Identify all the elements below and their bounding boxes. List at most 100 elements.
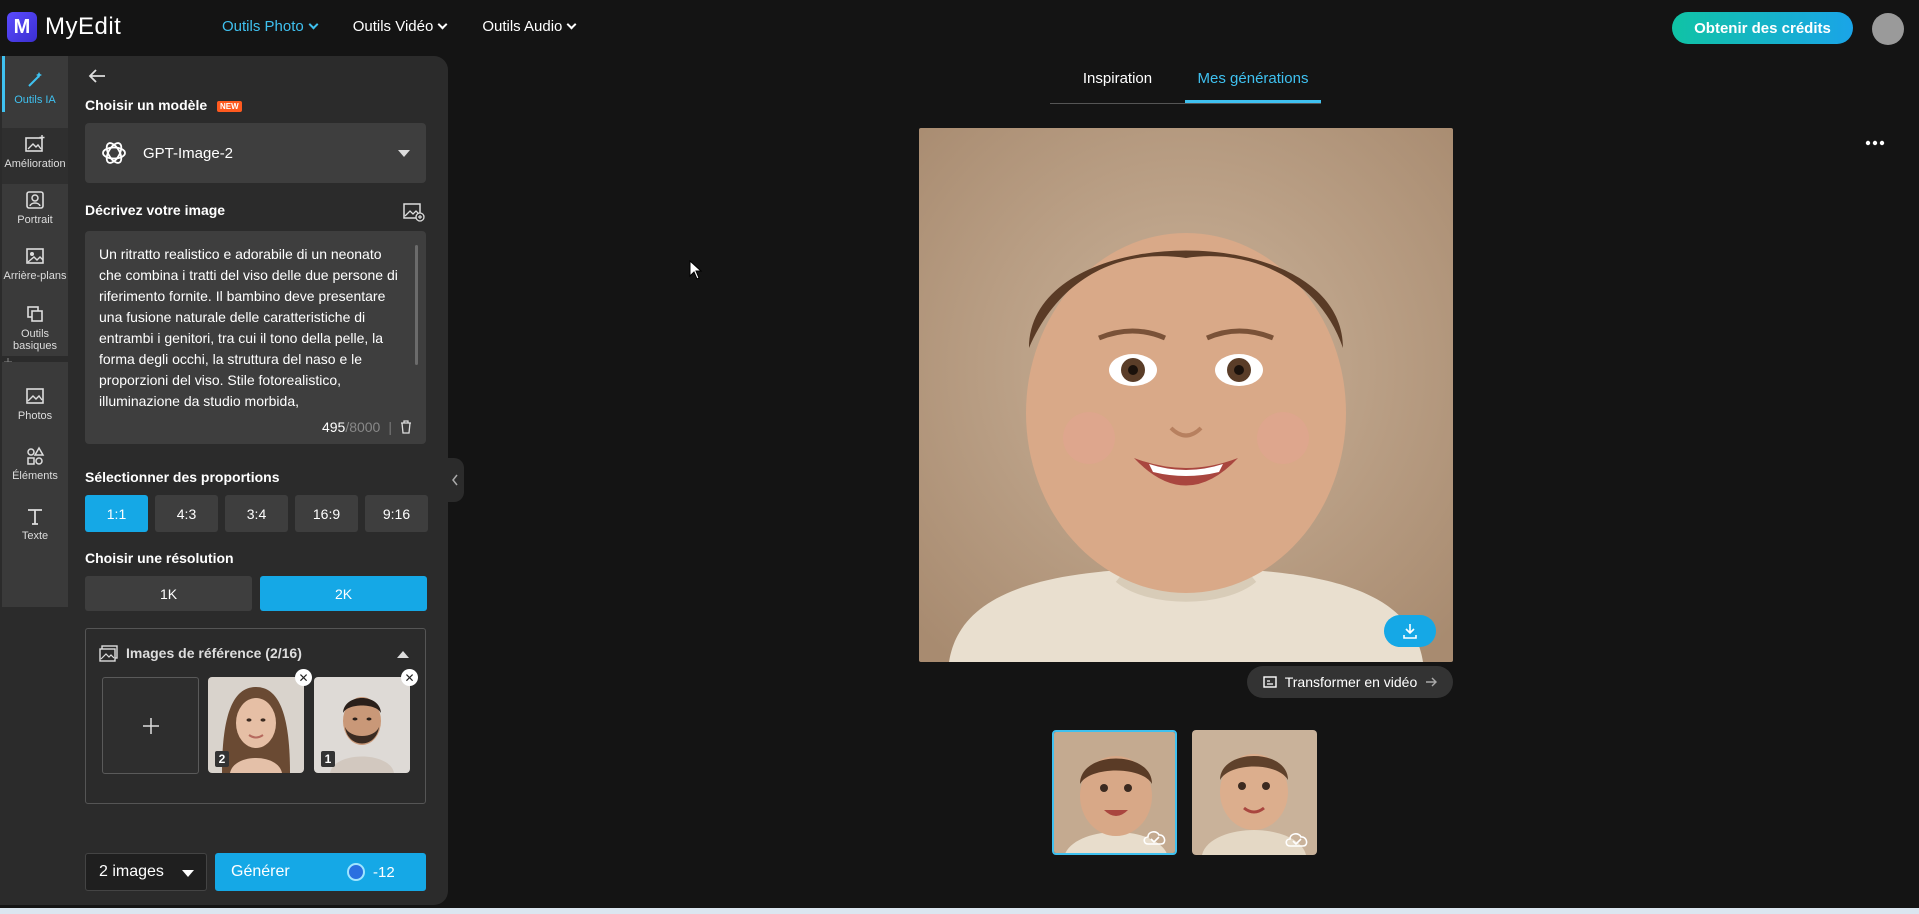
ratio-option-1-1[interactable]: 1:1	[85, 495, 148, 532]
logo[interactable]: M MyEdit	[7, 12, 121, 42]
ratio-option-9-16[interactable]: 9:16	[365, 495, 428, 532]
dropdown-arrow-icon	[398, 150, 410, 157]
generate-label: Générer	[231, 863, 290, 880]
model-select[interactable]: GPT-Image-2	[85, 123, 426, 183]
rail-item-photos-label: Photos	[17, 410, 53, 422]
reference-thumb-man[interactable]: 1	[314, 677, 410, 773]
image-count-value: 2 images	[99, 863, 164, 880]
reference-images-title: Images de référence (2/16)	[126, 645, 302, 661]
generated-image	[919, 128, 1453, 662]
chevron-down-icon	[566, 19, 577, 30]
resolution-option-1k[interactable]: 1K	[85, 576, 252, 611]
rail-item-backgrounds-label: Arrière-plans	[3, 270, 67, 282]
plus-icon	[142, 717, 159, 734]
dropdown-arrow-icon	[182, 870, 194, 877]
more-options-icon[interactable]	[1865, 140, 1885, 146]
generation-thumbnail-2[interactable]	[1192, 730, 1317, 855]
rail-item-backgrounds[interactable]: Arrière-plans	[2, 246, 68, 282]
logo-text: MyEdit	[45, 13, 122, 40]
generate-cost-value: -12	[373, 863, 395, 881]
rail-item-basic-tools-label: Outils basiques	[12, 328, 58, 352]
image-count-select[interactable]: 2 images	[85, 853, 207, 891]
model-label-text: Choisir un modèle	[85, 97, 208, 113]
generation-thumbnail-1[interactable]	[1052, 730, 1177, 855]
rail-item-enhance-label: Amélioration	[4, 158, 66, 170]
rail-item-elements[interactable]: Éléments	[2, 446, 68, 482]
image-enhance-icon	[25, 135, 45, 152]
resolution-option-2k[interactable]: 2K	[260, 576, 427, 611]
images-icon	[99, 645, 118, 662]
shapes-icon	[27, 446, 45, 465]
get-credits-button[interactable]: Obtenir des crédits	[1672, 12, 1853, 44]
model-label: Choisir un modèle NEW	[85, 97, 242, 113]
counter-separator: |	[388, 419, 392, 435]
nav-photo-tools[interactable]: Outils Photo	[222, 18, 319, 35]
mouse-cursor-icon	[689, 260, 703, 280]
ratio-options: 1:1 4:3 3:4 16:9 9:16	[85, 495, 435, 532]
trash-icon[interactable]	[400, 420, 412, 434]
nav-audio-tools[interactable]: Outils Audio	[482, 18, 577, 35]
bottom-edge	[0, 908, 1919, 914]
char-count: 495	[321, 419, 346, 435]
rail-item-portrait-label: Portrait	[17, 214, 53, 226]
reference-number: 2	[215, 751, 229, 767]
ratio-option-4-3[interactable]: 4:3	[155, 495, 218, 532]
portrait-icon	[26, 191, 44, 209]
generate-button[interactable]: Générer -12	[215, 853, 426, 891]
chevron-down-icon	[308, 19, 319, 30]
baby-portrait	[919, 128, 1453, 662]
video-icon	[1263, 676, 1277, 688]
reference-images-section: Images de référence (2/16) 2 ✕ 1 ✕	[85, 628, 426, 804]
collapse-arrow-icon[interactable]	[397, 651, 409, 658]
describe-label: Décrivez votre image	[85, 202, 226, 218]
remove-reference-button[interactable]: ✕	[401, 669, 418, 686]
cloud-saved-icon	[1143, 831, 1166, 845]
prompt-text: Un ritratto realistico e adorabile di un…	[99, 246, 398, 409]
rail-item-enhance[interactable]: Amélioration	[2, 128, 68, 184]
rail-item-portrait[interactable]: Portrait	[2, 190, 68, 226]
add-reference-button[interactable]	[102, 677, 199, 774]
rail-group-tools: Outils IA Amélioration Portrait Arrière-…	[2, 56, 68, 356]
ratio-option-16-9[interactable]: 16:9	[295, 495, 358, 532]
back-arrow-icon[interactable]	[88, 68, 106, 84]
avatar[interactable]	[1872, 13, 1904, 45]
new-badge: NEW	[217, 100, 242, 112]
rail-item-ai-tools-label: Outils IA	[14, 94, 56, 106]
rail-item-ai-tools[interactable]: Outils IA	[2, 70, 68, 106]
ratio-label: Sélectionner des proportions	[85, 469, 280, 485]
chevron-left-icon	[452, 474, 458, 486]
rail-item-photos[interactable]: Photos	[2, 386, 68, 422]
download-button[interactable]	[1384, 615, 1436, 647]
rail-group-assets: Photos Éléments Texte	[2, 362, 68, 607]
magic-wand-icon	[28, 72, 42, 87]
prompt-textarea[interactable]: Un ritratto realistico e adorabile di un…	[85, 231, 426, 444]
cloud-saved-icon	[1285, 833, 1308, 847]
reference-thumb-woman[interactable]: 2	[208, 677, 304, 773]
char-max: /8000	[345, 419, 381, 435]
top-bar: M MyEdit Outils Photo Outils Vidéo Outil…	[0, 0, 1919, 56]
collapse-panel-button[interactable]	[446, 458, 464, 502]
nav-video-tools-label: Outils Vidéo	[352, 18, 434, 35]
main-tabs: Inspiration Mes générations	[1050, 66, 1321, 104]
transform-to-video-label: Transformer en vidéo	[1284, 674, 1418, 690]
rail-item-elements-label: Éléments	[12, 470, 58, 482]
rail-item-basic-tools[interactable]: Outils basiques	[2, 304, 68, 352]
nav-video-tools[interactable]: Outils Vidéo	[352, 18, 448, 35]
text-icon	[28, 509, 42, 525]
image-upload-icon[interactable]	[403, 202, 425, 222]
prompt-scrollbar[interactable]	[415, 245, 418, 365]
tab-my-generations[interactable]: Mes générations	[1185, 66, 1321, 103]
ratio-option-3-4[interactable]: 3:4	[225, 495, 288, 532]
tab-inspiration[interactable]: Inspiration	[1050, 66, 1185, 103]
rail-item-text[interactable]: Texte	[2, 506, 68, 542]
openai-icon	[102, 142, 126, 164]
logo-mark: M	[7, 12, 37, 42]
photo-icon	[26, 388, 44, 404]
remove-reference-button[interactable]: ✕	[295, 669, 312, 686]
generate-cost: -12	[347, 863, 395, 881]
rail-item-text-label: Texte	[21, 530, 49, 542]
background-icon	[26, 248, 44, 264]
transform-to-video-button[interactable]: Transformer en vidéo	[1247, 666, 1453, 698]
download-icon	[1403, 624, 1417, 639]
model-select-value: GPT-Image-2	[143, 144, 234, 162]
